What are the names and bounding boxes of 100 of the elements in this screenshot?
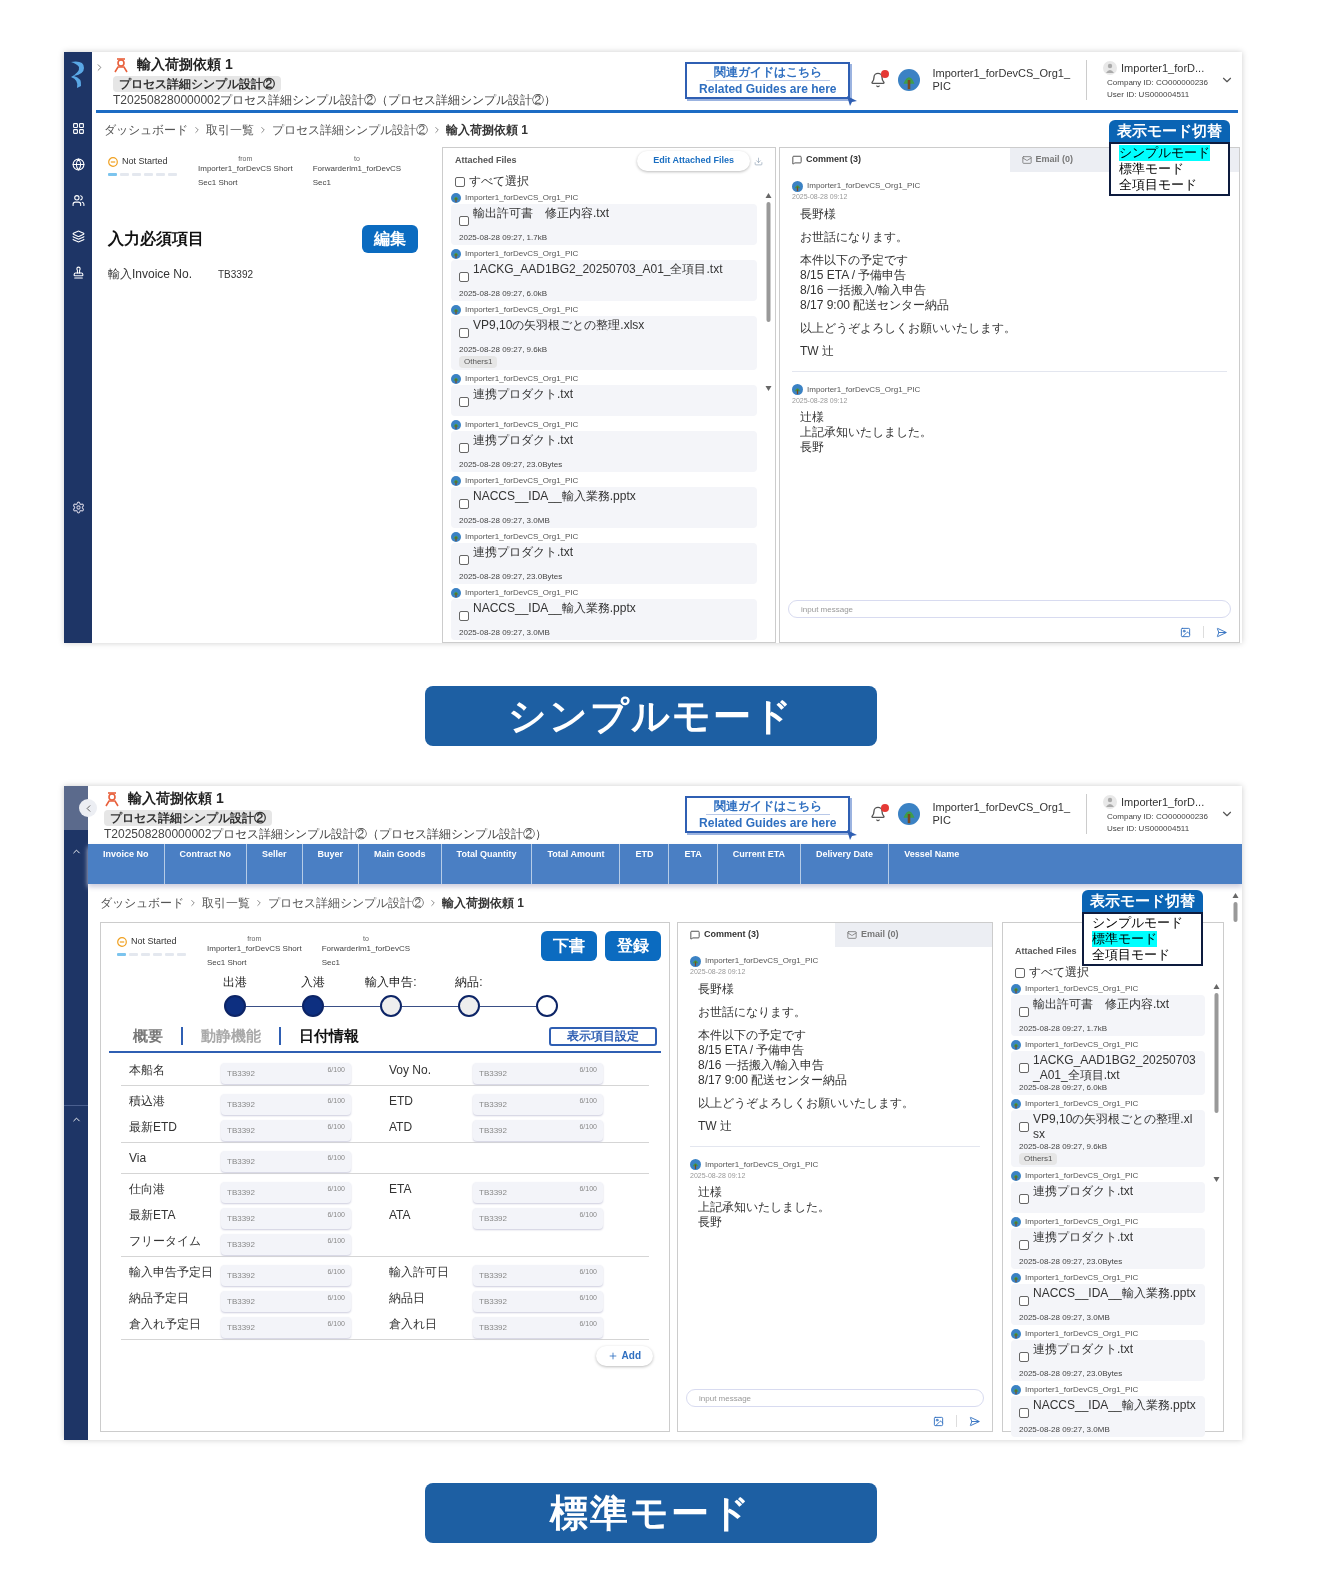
- file-meta: 2025-08-28 09:27, 23.0Bytes: [459, 572, 564, 582]
- transaction-id: T202508280000002プロセス詳細シンプル設計②（プロセス詳細シンプル設計②）: [104, 827, 548, 842]
- comment-author: Importer1_forDevCS_Org1_PIC: [705, 1158, 819, 1171]
- column-header: Delivery Date: [801, 844, 890, 884]
- file-author: Importer1_forDevCS_Org1_PIC: [1025, 1170, 1139, 1181]
- file-name: NACCS__IDA__輸入業務.pptx: [473, 489, 636, 504]
- comment-author: Importer1_forDevCS_Org1_PIC: [807, 383, 921, 396]
- comment-author: Importer1_forDevCS_Org1_PIC: [705, 955, 819, 967]
- column-header: ETD: [620, 844, 670, 884]
- process-chip: プロセス詳細シンプル設計②: [104, 810, 272, 826]
- column-header: Contract No: [164, 844, 247, 884]
- file-author: Importer1_forDevCS_Org1_PIC: [1025, 1216, 1139, 1227]
- column-header: Main Goods: [359, 844, 442, 884]
- user-id: User ID: US000004511: [1106, 88, 1191, 101]
- comment-text: 長野様: [800, 206, 836, 222]
- comment-author: Importer1_forDevCS_Org1_PIC: [807, 180, 921, 192]
- user-id: User ID: US000004511: [1106, 822, 1191, 835]
- field-label: ETD: [389, 1092, 414, 1110]
- account-name: Importer1_forD...: [1121, 61, 1205, 76]
- comment-text: 長野様: [698, 981, 734, 997]
- comment-text: 本件以下の予定です 8/15 ETA / 予備申告 8/16 一括搬入/輸入申告 8/17 9:00 配送センター納品: [800, 252, 950, 313]
- party-text: Sec1 Short: [198, 177, 238, 189]
- comment-text: 以上どうぞよろしくお願いいたします。: [698, 1095, 914, 1111]
- file-author: Importer1_forDevCS_Org1_PIC: [1025, 1039, 1139, 1050]
- file-author: Importer1_forDevCS_Org1_PIC: [465, 248, 579, 259]
- step-label: 入港: [301, 974, 325, 991]
- process-chip: プロセス詳細シンプル設計②: [113, 76, 281, 92]
- field-label: 倉入れ予定日: [129, 1315, 202, 1333]
- status-label: Not Started: [131, 935, 177, 948]
- file-tag: Others1: [1019, 1153, 1058, 1165]
- column-header: ETA: [669, 844, 718, 884]
- page-title: 輸入荷捌依頼 1: [137, 55, 233, 74]
- comment-text: TW 辻: [800, 343, 834, 359]
- party-text: Forwarderlm1_forDevCS: [312, 163, 402, 175]
- field-label: 積込港: [129, 1092, 166, 1110]
- comment-text: 辻様 上記承知いたしました。 長野: [698, 1185, 830, 1230]
- page-title: 輸入荷捌依頼 1: [128, 789, 224, 808]
- file-meta: 2025-08-28 09:27, 23.0Bytes: [1019, 1369, 1124, 1379]
- party-text: Importer1_forDevCS Short: [207, 943, 302, 955]
- file-author: Importer1_forDevCS_Org1_PIC: [1025, 1098, 1139, 1109]
- party-text: Importer1_forDevCS Short: [198, 163, 293, 175]
- file-name: 連携プロダクト.txt: [473, 433, 573, 448]
- user-name: Importer1_forDevCS_Org1_ PIC: [932, 67, 1071, 94]
- menu-title: 表示モード切替: [1109, 120, 1230, 142]
- column-header: Current ETA: [717, 844, 802, 884]
- comment-text: お世話になります。: [698, 1004, 806, 1020]
- file-author: Importer1_forDevCS_Org1_PIC: [465, 587, 579, 598]
- file-name: 連携プロダクト.txt: [473, 545, 573, 560]
- comment-text: TW 辻: [698, 1118, 732, 1134]
- file-meta: 2025-08-28 09:27, 9.6kB: [459, 345, 549, 355]
- party-text: Sec1 Short: [207, 957, 247, 969]
- panel-title: Attached Files: [1015, 945, 1077, 959]
- transaction-id: T202508280000002プロセス詳細シンプル設計②（プロセス詳細シンプル設計②）: [113, 93, 557, 108]
- file-name: VP9,10の矢羽根ごとの整理.xlsx: [473, 318, 645, 333]
- file-author: Importer1_forDevCS_Org1_PIC: [465, 192, 579, 203]
- file-meta: 2025-08-28 09:27, 3.0MB: [1019, 1313, 1111, 1323]
- column-header: Seller: [247, 844, 303, 884]
- file-meta: 2025-08-28 09:27, 3.0MB: [459, 516, 551, 526]
- file-name: NACCS__IDA__輸入業務.pptx: [1033, 1286, 1196, 1301]
- file-author: Importer1_forDevCS_Org1_PIC: [465, 475, 579, 486]
- file-name: NACCS__IDA__輸入業務.pptx: [473, 601, 636, 616]
- file-tag: Others1: [459, 356, 498, 368]
- field-label: ETA: [389, 1180, 413, 1198]
- file-author: Importer1_forDevCS_Org1_PIC: [1025, 1272, 1139, 1283]
- file-meta: 2025-08-28 09:27, 3.0MB: [459, 628, 551, 638]
- file-name: VP9,10の矢羽根ごとの整理.xlsx: [1033, 1112, 1194, 1142]
- field-label: 輸入申告予定日: [129, 1263, 214, 1281]
- field-label: 仕向港: [129, 1180, 166, 1198]
- file-author: Importer1_forDevCS_Org1_PIC: [1025, 983, 1139, 994]
- file-name: 輸出許可書 修正内容.txt: [473, 206, 609, 221]
- file-meta: 2025-08-28 09:27, 23.0Bytes: [1019, 1257, 1124, 1267]
- file-meta: 2025-08-28 09:27, 9.6kB: [1019, 1142, 1109, 1152]
- column-header: Total Amount: [532, 844, 621, 884]
- file-meta: 2025-08-28 09:27, 6.0kB: [1019, 1083, 1109, 1093]
- field-label: 本船名: [129, 1061, 166, 1079]
- step-label: 輸入申告:: [365, 974, 417, 991]
- file-author: Importer1_forDevCS_Org1_PIC: [465, 304, 579, 315]
- file-author: Importer1_forDevCS_Org1_PIC: [1025, 1328, 1139, 1339]
- mode-caption: 標準モード: [425, 1483, 877, 1543]
- file-author: Importer1_forDevCS_Org1_PIC: [465, 373, 579, 384]
- step-label: 出港: [223, 974, 247, 991]
- field-label: 納品予定日: [129, 1289, 190, 1307]
- panel-title: Attached Files: [455, 154, 517, 168]
- menu-title: 表示モード切替: [1082, 890, 1203, 912]
- file-name: 1ACKG_AAD1BG2_20250703_A01_全項目.txt: [1033, 1053, 1197, 1083]
- file-meta: 2025-08-28 09:27, 1.7kB: [459, 233, 549, 243]
- field-label: ATD: [389, 1118, 414, 1136]
- column-header: Vessel Name: [903, 848, 961, 861]
- user-name: Importer1_forDevCS_Org1_ PIC: [932, 801, 1071, 828]
- file-meta: 2025-08-28 09:27, 1.7kB: [1019, 1024, 1109, 1034]
- status-label: Not Started: [122, 155, 168, 168]
- column-header: Buyer: [302, 844, 360, 884]
- comment-text: 本件以下の予定です 8/15 ETA / 予備申告 8/16 一括搬入/輸入申告 8/17 9:00 配送センター納品: [698, 1027, 848, 1088]
- file-author: Importer1_forDevCS_Org1_PIC: [465, 531, 579, 542]
- comment-text: 辻様 上記承知いたしました。 長野: [800, 410, 932, 455]
- field-label: ATA: [389, 1206, 412, 1224]
- file-author: Importer1_forDevCS_Org1_PIC: [1025, 1384, 1139, 1395]
- party-text: Forwarderlm1_forDevCS: [321, 943, 411, 955]
- field-label: 最新ETD: [129, 1118, 178, 1136]
- file-name: NACCS__IDA__輸入業務.pptx: [1033, 1398, 1196, 1413]
